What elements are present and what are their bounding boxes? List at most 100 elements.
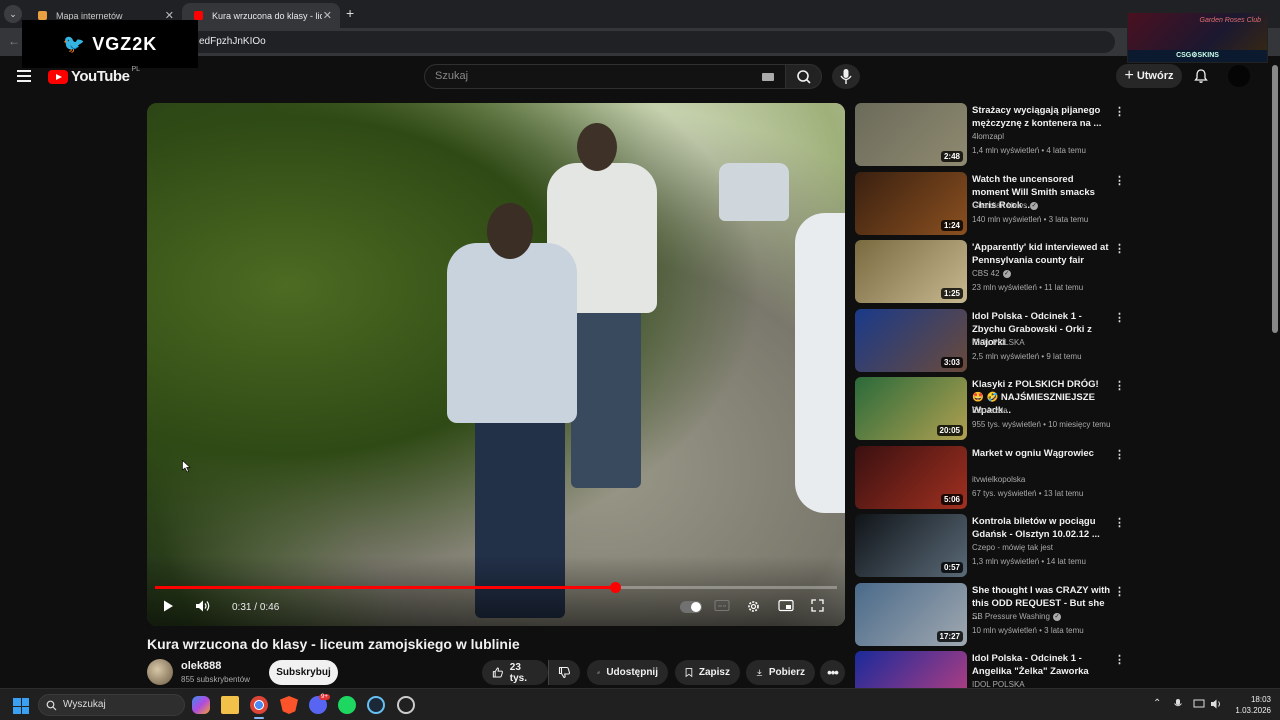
file-explorer-icon[interactable]: [221, 696, 239, 714]
recommendation-channel[interactable]: CBS 42 ✓: [972, 269, 1011, 278]
microphone-icon: [840, 69, 852, 84]
miniplayer-icon[interactable]: [778, 599, 794, 612]
recommendation-thumbnail[interactable]: 17:27: [855, 583, 967, 646]
recommendation-thumbnail[interactable]: 5:06: [855, 446, 967, 509]
recommendation-title[interactable]: Kontrola biletów w pociągu Gdańsk - Olsz…: [972, 515, 1112, 541]
browser-tab-youtube[interactable]: Kura wrzucona do klasy - liceum ✕: [182, 3, 340, 28]
kebab-menu-icon[interactable]: ⋮: [1114, 174, 1125, 187]
steam-icon[interactable]: [367, 696, 385, 714]
search-button[interactable]: [785, 64, 822, 89]
channel-avatar[interactable]: [147, 659, 173, 685]
page-scrollbar-thumb[interactable]: [1272, 65, 1278, 333]
voice-search-button[interactable]: [832, 64, 860, 89]
recommendation-channel[interactable]: IDOL POLSKA: [972, 338, 1025, 347]
notifications-bell-icon[interactable]: [1193, 68, 1209, 84]
save-button[interactable]: Zapisz: [675, 660, 740, 685]
recommendation-title[interactable]: Market w ogniu Wągrowiec: [972, 447, 1112, 460]
windows-start-icon[interactable]: [13, 698, 29, 714]
tab-label: Mapa internetów: [56, 10, 123, 21]
dislike-button[interactable]: [548, 660, 580, 685]
progress-scrubber[interactable]: [609, 582, 621, 593]
kebab-menu-icon[interactable]: ⋮: [1114, 516, 1125, 529]
recommendation-title[interactable]: Strażacy wyciągają pijanego mężczyznę z …: [972, 104, 1112, 130]
map-favicon-icon: [38, 11, 47, 20]
video-player[interactable]: 0:31 / 0:46: [147, 103, 845, 626]
tab-search-button[interactable]: ⌄: [4, 5, 22, 23]
share-button[interactable]: Udostępnij: [587, 660, 668, 685]
recommendation-item[interactable]: 1:24 Watch the uncensored moment Will Smi…: [855, 172, 1125, 236]
youtube-logo[interactable]: YouTube PL: [48, 66, 140, 85]
close-tab-icon[interactable]: ✕: [323, 9, 332, 22]
obs-icon[interactable]: [397, 696, 415, 714]
recommendation-thumbnail[interactable]: 20:05: [855, 377, 967, 440]
recommendation-thumbnail[interactable]: 1:25: [855, 240, 967, 303]
new-tab-button[interactable]: +: [346, 5, 354, 21]
download-button[interactable]: Pobierz: [746, 660, 815, 685]
brave-browser-icon[interactable]: [280, 696, 298, 714]
recommendation-item[interactable]: 0:57 Kontrola biletów w pociągu Gdańsk - …: [855, 514, 1125, 578]
kebab-menu-icon[interactable]: ⋮: [1114, 653, 1125, 666]
tray-chevron-icon[interactable]: ⌃: [1153, 698, 1161, 709]
kebab-menu-icon[interactable]: ⋮: [1114, 105, 1125, 118]
recommendation-item[interactable]: 3:03 Idol Polska - Odcinek 1 - Zbychu Gra…: [855, 309, 1125, 373]
kebab-menu-icon[interactable]: ⋮: [1114, 379, 1125, 392]
tray-microphone-icon[interactable]: [1173, 698, 1183, 710]
settings-gear-icon[interactable]: [746, 599, 761, 614]
tray-display-icon[interactable]: [1193, 698, 1205, 710]
progress-bar[interactable]: [155, 582, 837, 593]
verified-check-icon: ✓: [1002, 269, 1011, 278]
channel-name[interactable]: olek888: [181, 660, 221, 672]
kebab-menu-icon[interactable]: ⋮: [1114, 448, 1125, 461]
autoplay-toggle[interactable]: [680, 601, 702, 613]
recommendation-channel[interactable]: SB Pressure Washing ✓: [972, 612, 1061, 621]
search-input[interactable]: Szukaj: [424, 64, 787, 89]
recommendation-item[interactable]: 17:27 She thought I was CRAZY with this O…: [855, 583, 1125, 647]
keyboard-icon[interactable]: [762, 73, 774, 81]
like-button[interactable]: 23 tys.: [482, 660, 548, 685]
recommendation-item[interactable]: Idol Polska - Odcinek 1 - Angelika "Żelk…: [855, 651, 1125, 689]
kebab-menu-icon[interactable]: ⋮: [1114, 585, 1125, 598]
volume-icon[interactable]: [194, 599, 212, 613]
recommendation-item[interactable]: 20:05 Klasyki z POLSKICH DRÓG! 🤩 🤣 NAJŚMI…: [855, 377, 1125, 441]
kebab-menu-icon[interactable]: ⋮: [1114, 311, 1125, 324]
duration-badge: 20:05: [936, 425, 963, 436]
menu-icon[interactable]: [17, 70, 31, 82]
recommendation-title[interactable]: Idol Polska - Odcinek 1 - Angelika "Żelk…: [972, 652, 1112, 678]
recommendation-title[interactable]: 'Apparently' kid interviewed at Pennsylv…: [972, 241, 1112, 267]
back-arrow-icon[interactable]: ←: [8, 34, 20, 48]
recommendation-thumbnail[interactable]: 3:03: [855, 309, 967, 372]
recommendation-channel[interactable]: 4lomzapl: [972, 132, 1004, 141]
recommendation-meta: 1,3 mln wyświetleń • 14 lat temu: [972, 557, 1086, 566]
recommendation-item[interactable]: 5:06 Market w ogniu Wągrowiec itvwielkopol…: [855, 446, 1125, 510]
play-icon[interactable]: [161, 599, 175, 613]
account-avatar[interactable]: [1228, 65, 1250, 87]
copilot-icon[interactable]: [192, 696, 210, 714]
recommendation-thumbnail[interactable]: 0:57: [855, 514, 967, 577]
recommendation-channel[interactable]: itvwielkopolska: [972, 475, 1025, 484]
more-actions-button[interactable]: •••: [820, 660, 845, 685]
address-bar[interactable]: edFpzhJnKIOo: [175, 31, 1115, 53]
subtitles-icon[interactable]: [714, 599, 730, 612]
tray-volume-icon[interactable]: [1210, 698, 1223, 710]
recommendation-item[interactable]: 2:48 Strażacy wyciągają pijanego mężczyzn…: [855, 103, 1125, 167]
recommendation-channel[interactable]: EduJazda: [972, 406, 1008, 415]
recommendation-channel[interactable]: Guardian News ✓: [972, 201, 1039, 210]
create-button[interactable]: + Utwórz: [1116, 64, 1182, 88]
duration-badge: 1:25: [940, 288, 963, 299]
recommendation-thumbnail[interactable]: 2:48: [855, 103, 967, 166]
recommendation-meta: 2,5 mln wyświetleń • 9 lat temu: [972, 352, 1082, 361]
taskbar-clock[interactable]: 18:03 1.03.2026: [1231, 694, 1271, 716]
recommendation-thumbnail[interactable]: [855, 651, 967, 689]
recommendation-thumbnail[interactable]: 1:24: [855, 172, 967, 235]
duration-badge: 1:24: [940, 220, 963, 231]
subscribe-button[interactable]: Subskrybuj: [269, 660, 338, 685]
spotify-icon[interactable]: [338, 696, 356, 714]
recommendation-channel[interactable]: Czepo - mówię tak jest: [972, 543, 1053, 552]
stream-overlay-label: CSG⚙SKINS: [1128, 50, 1267, 62]
kebab-menu-icon[interactable]: ⋮: [1114, 242, 1125, 255]
chrome-icon[interactable]: [250, 696, 268, 714]
video-car-near: [795, 213, 845, 513]
taskbar-search[interactable]: Wyszukaj: [38, 694, 185, 716]
fullscreen-icon[interactable]: [811, 599, 824, 612]
recommendation-item[interactable]: 1:25 'Apparently' kid interviewed at Penn…: [855, 240, 1125, 304]
